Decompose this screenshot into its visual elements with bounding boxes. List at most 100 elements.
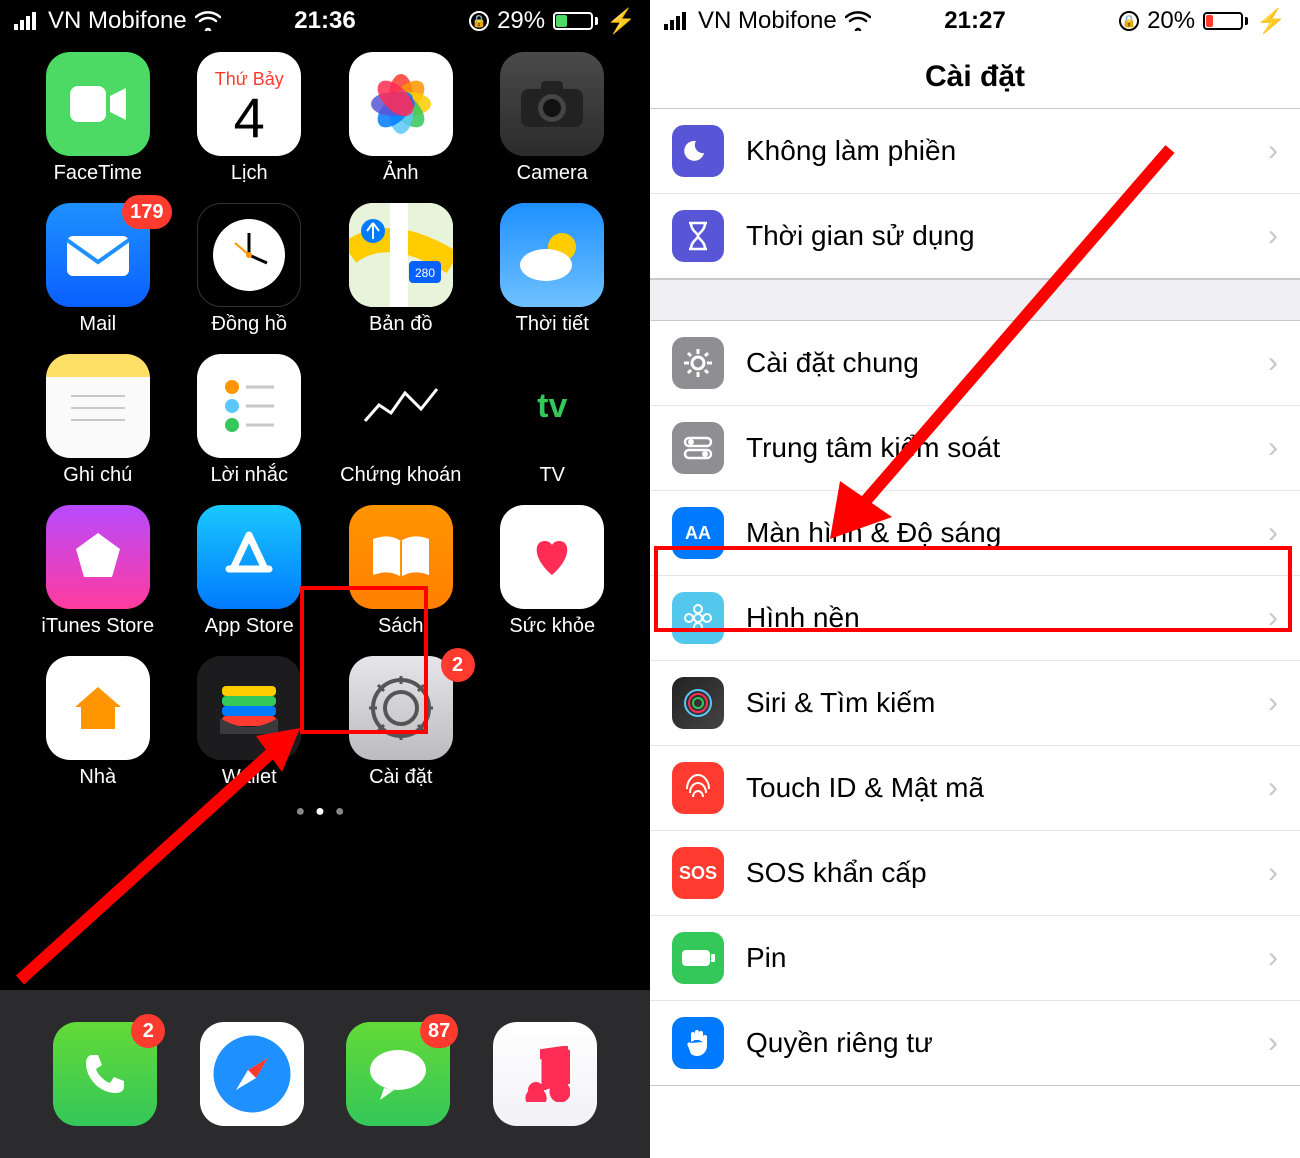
chevron-right-icon: ›: [1268, 219, 1278, 253]
settings-list[interactable]: Không làm phiền › Thời gian sử dụng › Cà…: [650, 109, 1300, 1086]
moon-icon: [672, 125, 724, 177]
calendar-day-num: 4: [234, 90, 265, 146]
row-control-center[interactable]: Trung tâm kiểm soát ›: [650, 406, 1300, 491]
app-label: Đồng hồ: [211, 313, 287, 336]
status-bar: VN Mobifone 21:27 🔒 20% ⚡: [650, 0, 1300, 42]
wifi-icon: [845, 11, 871, 31]
badge: 2: [441, 648, 475, 682]
app-clock[interactable]: Đồng hồ: [184, 203, 316, 336]
row-general[interactable]: Cài đặt chung ›: [650, 321, 1300, 406]
app-itunes[interactable]: iTunes Store: [32, 505, 164, 638]
app-appstore[interactable]: App Store: [184, 505, 316, 638]
page-dots[interactable]: ●●●: [0, 803, 650, 821]
row-label: Touch ID & Mật mã: [746, 772, 1268, 804]
row-label: Thời gian sử dụng: [746, 220, 1268, 252]
app-health[interactable]: Sức khỏe: [487, 505, 619, 638]
app-label: Thời tiết: [516, 313, 589, 336]
app-weather[interactable]: Thời tiết: [487, 203, 619, 336]
row-privacy[interactable]: Quyền riêng tư ›: [650, 1001, 1300, 1085]
hourglass-icon: [672, 210, 724, 262]
app-label: Cài đặt: [369, 766, 432, 789]
carrier-label: VN Mobifone: [48, 7, 187, 35]
dock-music[interactable]: [493, 1022, 597, 1126]
row-label: SOS khẩn cấp: [746, 857, 1268, 889]
app-photos[interactable]: Ảnh: [335, 52, 467, 185]
app-calendar[interactable]: Thứ Bảy 4 Lịch: [184, 52, 316, 185]
home-icon: [46, 656, 150, 760]
app-label: Sức khỏe: [509, 615, 595, 638]
maps-icon: 280: [349, 203, 453, 307]
app-wallet[interactable]: Wallet: [184, 656, 316, 789]
chevron-right-icon: ›: [1268, 856, 1278, 890]
text-size-icon: AA: [672, 507, 724, 559]
chevron-right-icon: ›: [1268, 686, 1278, 720]
row-siri[interactable]: Siri & Tìm kiếm ›: [650, 661, 1300, 746]
app-stocks[interactable]: Chứng khoán: [335, 354, 467, 487]
app-label: iTunes Store: [41, 615, 154, 638]
battery-icon: [553, 12, 598, 30]
app-home[interactable]: Nhà: [32, 656, 164, 789]
row-screentime[interactable]: Thời gian sử dụng ›: [650, 194, 1300, 278]
settings-screen: VN Mobifone 21:27 🔒 20% ⚡ Cài đặt Không …: [650, 0, 1300, 1158]
app-mail[interactable]: 179 Mail: [32, 203, 164, 336]
app-label: Mail: [79, 313, 116, 336]
row-wallpaper[interactable]: Hình nền ›: [650, 576, 1300, 661]
chevron-right-icon: ›: [1268, 431, 1278, 465]
charging-icon: ⚡: [606, 7, 636, 36]
music-icon: [493, 1022, 597, 1126]
stocks-icon: [349, 354, 453, 458]
app-tv[interactable]: tv TV: [487, 354, 619, 487]
row-battery[interactable]: Pin ›: [650, 916, 1300, 1001]
app-label: Ghi chú: [63, 464, 132, 487]
chevron-right-icon: ›: [1268, 771, 1278, 805]
sos-icon: SOS: [672, 847, 724, 899]
app-label: Lịch: [231, 162, 268, 185]
app-label: TV: [539, 464, 565, 487]
dock-phone[interactable]: 2: [53, 1022, 157, 1126]
app-label: App Store: [205, 615, 294, 638]
battery-pct: 20%: [1147, 7, 1195, 35]
itunes-icon: [46, 505, 150, 609]
app-facetime[interactable]: FaceTime: [32, 52, 164, 185]
app-label: Chứng khoán: [340, 464, 461, 487]
row-dnd[interactable]: Không làm phiền ›: [650, 109, 1300, 194]
app-label: Wallet: [222, 766, 277, 789]
row-label: Trung tâm kiểm soát: [746, 432, 1268, 464]
app-label: Bản đồ: [369, 313, 432, 336]
gear-icon: [672, 337, 724, 389]
empty-slot: [487, 656, 619, 789]
safari-icon: [200, 1022, 304, 1126]
app-camera[interactable]: Camera: [487, 52, 619, 185]
clock-icon: [197, 203, 301, 307]
siri-icon: [672, 677, 724, 729]
row-sos[interactable]: SOS SOS khẩn cấp ›: [650, 831, 1300, 916]
row-label: Quyền riêng tư: [746, 1027, 1268, 1059]
badge: 2: [131, 1014, 165, 1048]
carrier-label: VN Mobifone: [698, 7, 837, 35]
toggles-icon: [672, 422, 724, 474]
orientation-lock-icon: 🔒: [469, 11, 489, 31]
home-screen: VN Mobifone 21:36 🔒 29% ⚡ FaceTime Thứ B…: [0, 0, 650, 1158]
row-label: Siri & Tìm kiếm: [746, 687, 1268, 719]
dock-messages[interactable]: 87: [346, 1022, 450, 1126]
orientation-lock-icon: 🔒: [1119, 11, 1139, 31]
charging-icon: ⚡: [1256, 7, 1286, 36]
status-time: 21:27: [944, 7, 1005, 35]
dock-safari[interactable]: [200, 1022, 304, 1126]
chevron-right-icon: ›: [1268, 601, 1278, 635]
status-bar: VN Mobifone 21:36 🔒 29% ⚡: [0, 0, 650, 42]
facetime-icon: [46, 52, 150, 156]
wallet-icon: [197, 656, 301, 760]
app-notes[interactable]: Ghi chú: [32, 354, 164, 487]
app-label: Nhà: [79, 766, 116, 789]
app-label: Lời nhắc: [210, 464, 288, 487]
app-label: Ảnh: [383, 162, 419, 185]
row-display[interactable]: AA Màn hình & Độ sáng ›: [650, 491, 1300, 576]
row-label: Hình nền: [746, 602, 1268, 634]
battery-row-icon: [672, 932, 724, 984]
app-maps[interactable]: 280 Bản đồ: [335, 203, 467, 336]
row-touchid[interactable]: Touch ID & Mật mã ›: [650, 746, 1300, 831]
app-label: FaceTime: [54, 162, 142, 185]
fingerprint-icon: [672, 762, 724, 814]
app-reminders[interactable]: Lời nhắc: [184, 354, 316, 487]
